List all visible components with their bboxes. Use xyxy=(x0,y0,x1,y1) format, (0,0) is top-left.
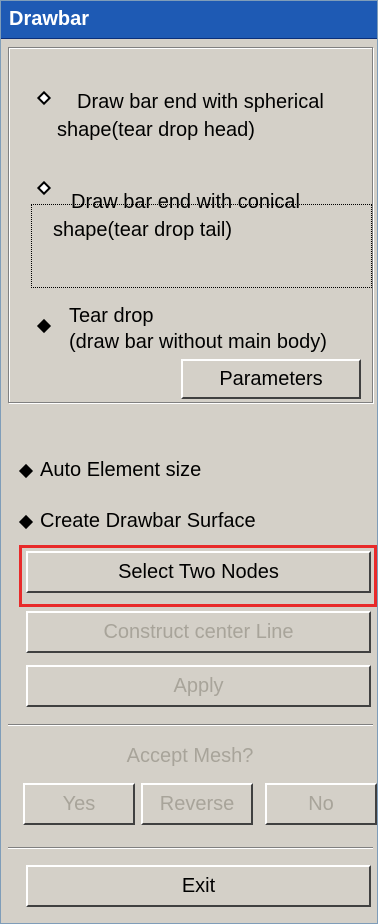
radio-conical[interactable] xyxy=(36,180,52,196)
option-spherical-line1: Draw bar end with spherical xyxy=(77,91,324,113)
auto-element-size-indicator[interactable] xyxy=(18,463,34,479)
reverse-button[interactable]: Reverse xyxy=(141,783,253,825)
radio-tear-drop[interactable] xyxy=(36,318,52,334)
drawbar-window: Drawbar Draw bar end with spherical shap… xyxy=(0,0,378,924)
highlight-box xyxy=(19,545,377,607)
option-conical[interactable] xyxy=(36,180,52,196)
option-spherical[interactable] xyxy=(36,90,52,106)
title-bar: Drawbar xyxy=(1,1,377,39)
option-tear-drop-line1: Tear drop xyxy=(69,305,154,327)
auto-element-size-label: Auto Element size xyxy=(40,459,202,481)
option-spherical-line2: shape(tear drop head) xyxy=(57,119,255,141)
option-tear-drop[interactable] xyxy=(36,318,52,334)
exit-button[interactable]: Exit xyxy=(26,865,371,907)
create-drawbar-surface-indicator[interactable] xyxy=(18,514,34,530)
separator-accept xyxy=(8,724,373,726)
yes-button[interactable]: Yes xyxy=(23,783,135,825)
toggle-auto-element-size[interactable] xyxy=(18,463,34,479)
construct-center-line-button[interactable]: Construct center Line xyxy=(26,611,371,653)
create-drawbar-surface-label: Create Drawbar Surface xyxy=(40,510,256,532)
toggle-create-drawbar-surface[interactable] xyxy=(18,514,34,530)
no-button[interactable]: No xyxy=(265,783,377,825)
option-tear-drop-line2: (draw bar without main body) xyxy=(69,331,327,353)
radio-spherical[interactable] xyxy=(36,90,52,106)
separator-exit xyxy=(8,847,373,849)
parameters-button[interactable]: Parameters xyxy=(181,359,361,399)
apply-button[interactable]: Apply xyxy=(26,665,371,707)
window-title: Drawbar xyxy=(9,8,90,30)
focus-rectangle xyxy=(31,204,372,288)
accept-mesh-label: Accept Mesh? xyxy=(126,745,254,767)
